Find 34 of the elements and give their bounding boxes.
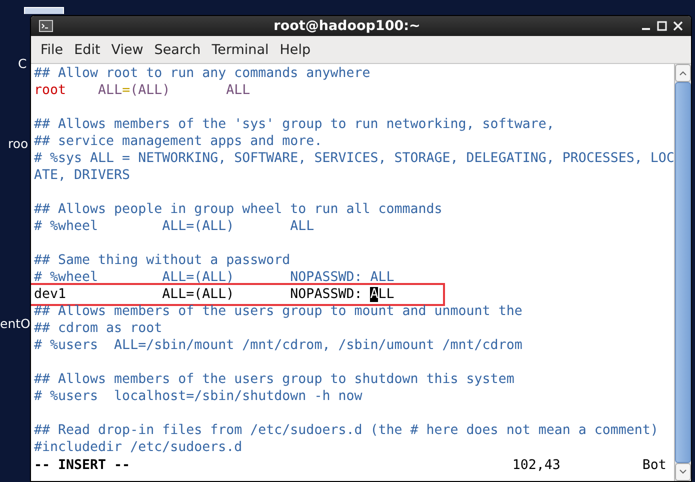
desktop-icon-label[interactable]: entO [0, 316, 30, 331]
code-line: ## Allows people in group wheel to run all commands [34, 201, 444, 218]
code-line: ATE, DRIVERS [34, 167, 132, 184]
mode-indicator: -- INSERT -- [34, 457, 132, 474]
menu-item[interactable]: File [35, 42, 69, 58]
maximize-icon[interactable] [657, 21, 667, 31]
scroll-position: Bot [642, 457, 668, 474]
code-line: ## Allow root to run any commands anywhere [34, 65, 372, 82]
code-line: ## Read drop-in files from /etc/sudoers.d (the # here does not mean a comment) [34, 422, 660, 439]
menu-item[interactable]: Terminal [206, 42, 274, 58]
code-line: # %users ALL=/sbin/mount /mnt/cdrom, /sbin/umount /mnt/cdrom [34, 337, 524, 354]
close-icon[interactable] [673, 21, 683, 31]
code-line: # %sys ALL = NETWORKING, SOFTWARE, SERVICES, STORAGE, DELEGATING, PROCESSES, LOC [34, 150, 674, 167]
code-line: ## Allows members of the users group to shutdown this system [34, 371, 516, 388]
code-line: # %wheel ALL=(ALL) ALL [34, 218, 316, 235]
menu-item[interactable]: View [106, 42, 149, 58]
code-line: root ALL=(ALL) ALL [34, 82, 252, 99]
code-line: # %wheel ALL=(ALL) NOPASSWD: ALL [34, 269, 396, 286]
window-title: root@hadoop100:~ [272, 18, 422, 34]
code-line: ## Allows members of the users group to mount and unmount the [34, 303, 524, 320]
highlighted-code-line: dev1 ALL=(ALL) NOPASSWD: ALL [32, 286, 442, 303]
code-line: ## Allows members of the 'sys' group to run networking, software, [34, 116, 556, 133]
menu-item[interactable]: Edit [68, 42, 106, 58]
code-line: ## service management apps and more. [34, 133, 324, 150]
terminal-icon [39, 20, 53, 32]
desktop-icon-label[interactable]: roo [8, 136, 28, 151]
desktop-icon-label[interactable]: C [18, 56, 27, 71]
code-line: #includedir /etc/sudoers.d [34, 439, 244, 456]
cursor-position: 102,43 [512, 457, 562, 474]
code-line: ## cdrom as root [34, 320, 164, 337]
code-line: ## Same thing without a password [34, 252, 292, 269]
menu-item[interactable]: Search [148, 42, 206, 58]
menu-item[interactable]: Help [274, 42, 316, 58]
code-line: # %users localhost=/sbin/shutdown -h now [34, 388, 364, 405]
